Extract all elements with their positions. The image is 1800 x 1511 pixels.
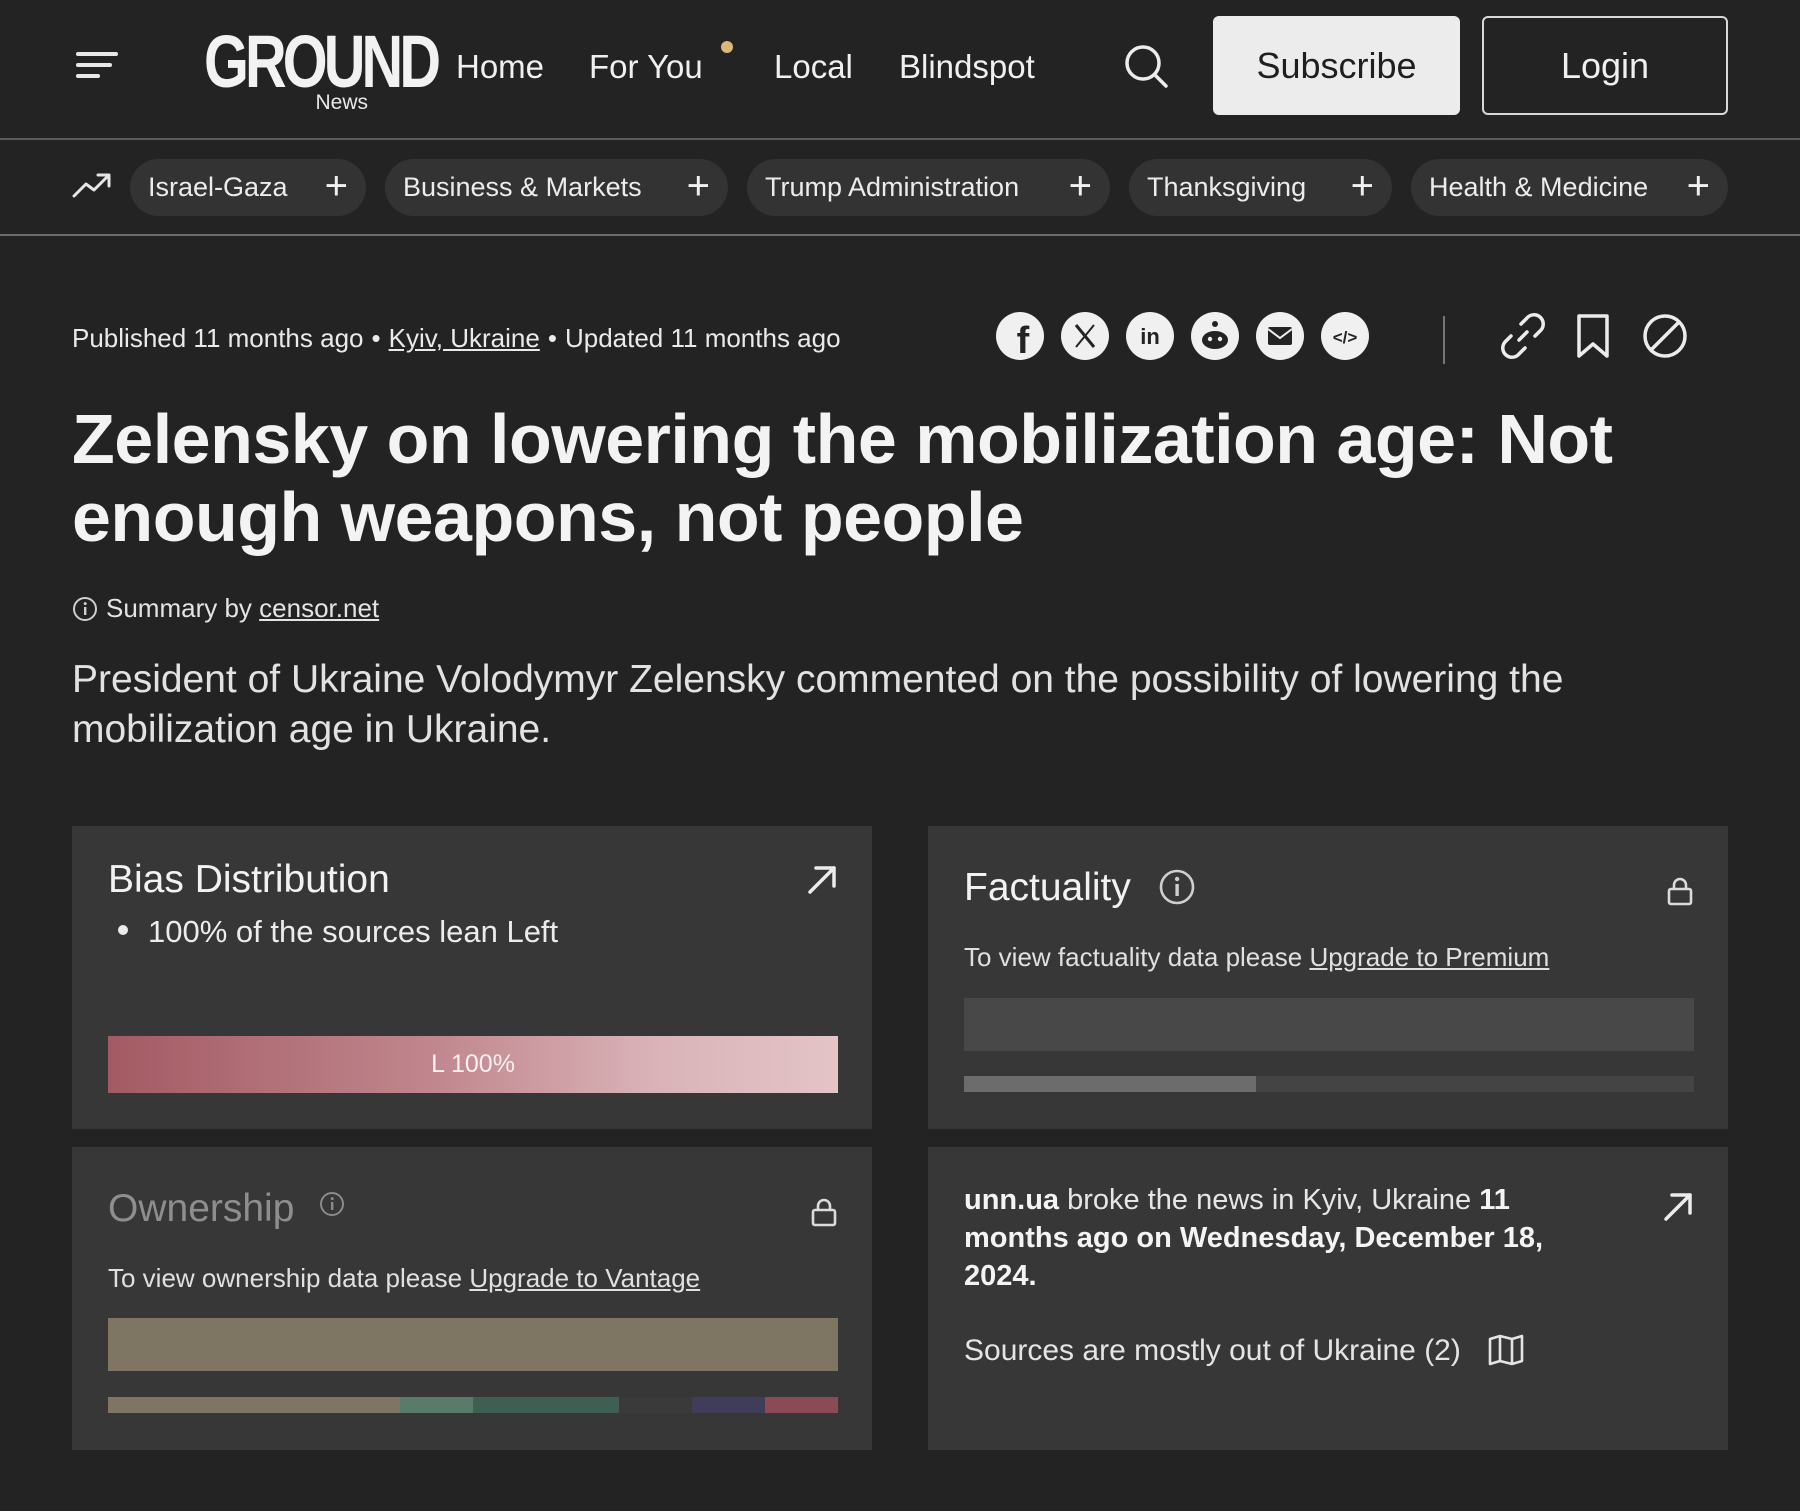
lock-icon — [1667, 877, 1693, 906]
trending-topics-bar: Israel-Gaza + Business & Markets + Trump… — [0, 140, 1800, 236]
subscribe-button[interactable]: Subscribe — [1213, 16, 1460, 115]
login-button[interactable]: Login — [1482, 16, 1728, 115]
ownership-title: Ownership — [108, 1187, 345, 1231]
factuality-upgrade-message: To view factuality data please Upgrade t… — [964, 942, 1549, 973]
ownership-segment — [400, 1397, 473, 1413]
ownership-segment — [108, 1397, 400, 1413]
x-share-icon[interactable] — [1061, 312, 1109, 360]
upgrade-premium-link[interactable]: Upgrade to Premium — [1309, 942, 1549, 972]
origin-source-link[interactable]: unn.ua — [964, 1184, 1059, 1216]
info-icon[interactable] — [1158, 868, 1196, 906]
topic-chip-trump-administration[interactable]: Trump Administration + — [747, 159, 1110, 216]
topic-chip-thanksgiving[interactable]: Thanksgiving + — [1129, 159, 1392, 216]
lock-icon — [811, 1198, 837, 1227]
factuality-title-text: Factuality — [964, 866, 1131, 909]
sources-origin-line: Sources are mostly out of Ukraine (2) — [964, 1331, 1525, 1371]
meta-separator: • — [371, 323, 381, 353]
nav-for-you-link[interactable]: For You — [589, 42, 703, 92]
bias-distribution-card: Bias Distribution 100% of the sources le… — [72, 826, 872, 1129]
block-icon[interactable] — [1639, 310, 1691, 362]
sources-origin-text: Sources are mostly out of Ukraine (2) — [964, 1334, 1461, 1367]
bullet-dot — [118, 925, 128, 935]
topic-chip-business-markets[interactable]: Business & Markets + — [385, 159, 728, 216]
topic-label: Israel-Gaza — [148, 172, 288, 202]
nav-local-link[interactable]: Local — [774, 42, 853, 92]
reddit-share-icon[interactable] — [1191, 312, 1239, 360]
hamburger-menu-icon[interactable] — [76, 50, 122, 80]
summary-source-link[interactable]: censor.net — [259, 593, 379, 623]
published-time: Published 11 months ago — [72, 323, 364, 353]
top-navigation-bar: GROUND News Home For You Local Blindspot… — [0, 0, 1800, 140]
ownership-segment — [692, 1397, 765, 1413]
topic-label: Business & Markets — [403, 172, 642, 202]
factuality-placeholder-bar — [964, 998, 1694, 1051]
follow-topic-plus-icon[interactable]: + — [1069, 159, 1092, 213]
ownership-segment — [765, 1397, 838, 1413]
info-icon[interactable] — [319, 1191, 345, 1217]
ownership-title-text: Ownership — [108, 1187, 295, 1230]
ownership-segment — [473, 1397, 619, 1413]
ownership-upgrade-prefix: To view ownership data please — [108, 1263, 463, 1293]
svg-text:in: in — [1140, 324, 1160, 349]
updated-time: Updated 11 months ago — [564, 323, 841, 353]
bias-summary-text: 100% of the sources lean Left — [148, 914, 559, 949]
svg-text:f: f — [1017, 320, 1030, 360]
article-title: Zelensky on lowering the mobilization ag… — [72, 400, 1613, 556]
bookmark-icon[interactable] — [1567, 310, 1619, 362]
ownership-placeholder-bar — [108, 1318, 838, 1371]
svg-text:</>: </> — [1333, 328, 1358, 347]
facebook-share-icon[interactable]: f — [996, 312, 1044, 360]
map-icon[interactable] — [1487, 1334, 1525, 1366]
follow-topic-plus-icon[interactable]: + — [687, 159, 710, 213]
topic-chip-health-medicine[interactable]: Health & Medicine + — [1411, 159, 1728, 216]
broke-the-news-text: unn.ua broke the news in Kyiv, Ukraine 1… — [964, 1181, 1584, 1295]
topic-chip-israel-gaza[interactable]: Israel-Gaza + — [130, 159, 366, 216]
broke-the-news-card: unn.ua broke the news in Kyiv, Ukraine 1… — [928, 1147, 1728, 1450]
meta-separator: • — [547, 323, 557, 353]
article-summary: President of Ukraine Volodymyr Zelensky … — [72, 658, 1564, 751]
ownership-card: Ownership To view ownership data please … — [72, 1147, 872, 1450]
trending-icon — [72, 173, 111, 198]
expand-arrow-icon[interactable] — [804, 862, 840, 898]
ground-news-logo[interactable]: GROUND News — [204, 22, 441, 117]
factuality-upgrade-prefix: To view factuality data please — [964, 942, 1303, 972]
ownership-placeholder-track — [108, 1397, 838, 1413]
article-meta: Published 11 months ago • Kyiv, Ukraine • Up… — [72, 318, 841, 358]
nav-blindspot-link[interactable]: Blindspot — [899, 42, 1035, 92]
location-link[interactable]: Kyiv, Ukraine — [389, 323, 540, 353]
logo-subtitle: News — [315, 91, 368, 114]
topic-label: Trump Administration — [765, 172, 1020, 202]
follow-topic-plus-icon[interactable]: + — [1351, 159, 1374, 213]
upgrade-vantage-link[interactable]: Upgrade to Vantage — [469, 1263, 700, 1293]
logo-wordmark: GROUND — [204, 20, 441, 103]
factuality-placeholder-track — [964, 1076, 1694, 1092]
ownership-upgrade-message: To view ownership data please Upgrade to… — [108, 1263, 700, 1294]
factuality-placeholder-fill — [964, 1076, 1256, 1092]
summary-attribution: Summary by censor.net — [72, 590, 379, 626]
nav-home-link[interactable]: Home — [456, 42, 544, 92]
factuality-card: Factuality To view factuality data pleas… — [928, 826, 1728, 1129]
for-you-notification-dot — [721, 41, 733, 53]
linkedin-share-icon[interactable]: in — [1126, 312, 1174, 360]
factuality-title: Factuality — [964, 866, 1196, 910]
bias-bar-left[interactable]: L 100% — [108, 1036, 838, 1093]
info-icon[interactable] — [72, 596, 98, 622]
follow-topic-plus-icon[interactable]: + — [325, 159, 348, 213]
email-share-icon[interactable] — [1256, 312, 1304, 360]
copy-link-icon[interactable] — [1497, 310, 1549, 362]
bias-summary-item: 100% of the sources lean Left — [118, 914, 558, 950]
expand-arrow-icon[interactable] — [1660, 1189, 1696, 1225]
embed-code-icon[interactable]: </> — [1321, 312, 1369, 360]
summary-by-label: Summary by — [106, 593, 252, 623]
follow-topic-plus-icon[interactable]: + — [1687, 159, 1710, 213]
topic-label: Health & Medicine — [1429, 172, 1649, 202]
search-icon[interactable] — [1122, 42, 1170, 90]
broke-news-middle: broke the news in Kyiv, Ukraine — [1059, 1184, 1480, 1216]
bias-distribution-title: Bias Distribution — [108, 858, 390, 901]
toolbar-divider — [1443, 316, 1445, 364]
topic-label: Thanksgiving — [1147, 172, 1307, 202]
